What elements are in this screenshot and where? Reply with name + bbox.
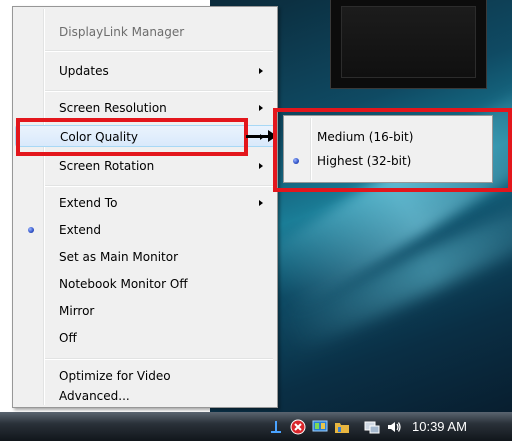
- menu-item-mirror[interactable]: Mirror: [15, 300, 275, 322]
- displaylink-context-menu: DisplayLink Manager Updates Screen Resol…: [12, 6, 278, 408]
- menu-item-label: Updates: [59, 64, 109, 78]
- error-shield-icon[interactable]: [290, 419, 306, 435]
- menu-title-label: DisplayLink Manager: [59, 25, 185, 39]
- folder-icon[interactable]: [334, 419, 350, 435]
- menu-item-label: Optimize for Video: [59, 369, 171, 383]
- menu-item-label: Screen Resolution: [59, 101, 167, 115]
- menu-item-set-main-monitor[interactable]: Set as Main Monitor: [15, 246, 275, 268]
- screen: DisplayLink Manager Updates Screen Resol…: [0, 0, 512, 441]
- submenu-arrow-icon: [259, 68, 263, 74]
- sidebar-gadget: [330, 0, 487, 89]
- menu-item-updates[interactable]: Updates: [15, 60, 275, 82]
- connector-arrow-line: [246, 135, 270, 138]
- menu-separator: [45, 185, 273, 187]
- menu-item-label: Off: [59, 331, 77, 345]
- menu-item-extend-to[interactable]: Extend To: [15, 192, 275, 214]
- displaylink-icon[interactable]: [312, 419, 328, 435]
- menu-item-label: Mirror: [59, 304, 95, 318]
- menu-item-label: Screen Rotation: [59, 159, 155, 173]
- menu-item-label: Extend To: [59, 196, 118, 210]
- submenu-arrow-icon: [259, 105, 263, 111]
- submenu-arrow-icon: [259, 200, 263, 206]
- volume-icon[interactable]: [386, 419, 402, 435]
- highlight-box-color-quality: [16, 118, 248, 156]
- menu-separator: [45, 90, 273, 92]
- taskbar-clock[interactable]: 10:39 AM: [412, 419, 467, 434]
- menu-item-optimize-video[interactable]: Optimize for Video: [15, 365, 275, 387]
- menu-item-screen-rotation[interactable]: Screen Rotation: [15, 155, 275, 177]
- menu-item-label: Advanced...: [59, 389, 130, 403]
- submenu-arrow-icon: [259, 163, 263, 169]
- menu-item-label: Notebook Monitor Off: [59, 277, 188, 291]
- menu-item-off[interactable]: Off: [15, 327, 275, 349]
- menu-title: DisplayLink Manager: [15, 21, 275, 43]
- system-tray: 10:39 AM: [268, 414, 467, 439]
- display-icon[interactable]: [364, 419, 380, 435]
- menu-item-label: Set as Main Monitor: [59, 250, 179, 264]
- menu-item-screen-resolution[interactable]: Screen Resolution: [15, 97, 275, 119]
- highlight-box-submenu: [273, 108, 512, 192]
- menu-separator: [45, 358, 273, 360]
- menu-item-advanced[interactable]: Advanced...: [15, 385, 275, 407]
- menu-item-notebook-monitor-off[interactable]: Notebook Monitor Off: [15, 273, 275, 295]
- menu-item-extend[interactable]: Extend: [15, 219, 275, 241]
- network-icon[interactable]: [268, 419, 284, 435]
- menu-separator: [45, 50, 273, 52]
- radio-bullet-icon: [28, 227, 34, 233]
- menu-item-label: Extend: [59, 223, 101, 237]
